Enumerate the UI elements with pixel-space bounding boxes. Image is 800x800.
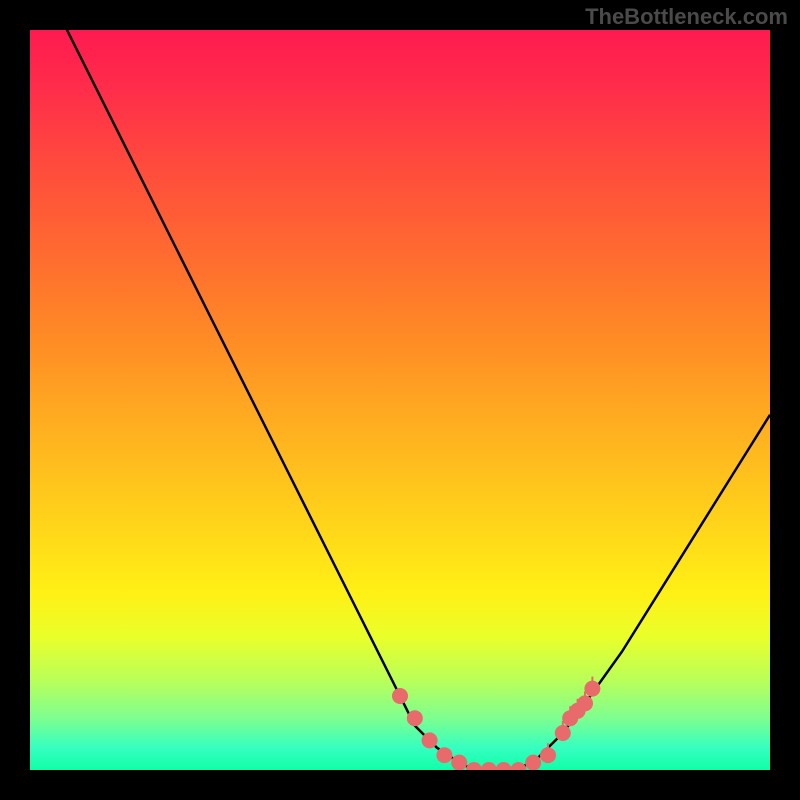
chart-plot-area xyxy=(30,30,770,770)
marker-dot xyxy=(496,762,512,770)
marker-dot xyxy=(466,762,482,770)
marker-dot xyxy=(510,762,526,770)
marker-dot xyxy=(436,747,452,763)
marker-dot xyxy=(481,762,497,770)
chart-svg xyxy=(30,30,770,770)
curve-line xyxy=(67,30,770,770)
curve-markers xyxy=(392,677,600,770)
watermark-text: TheBottleneck.com xyxy=(585,4,788,30)
marker-dot xyxy=(422,732,438,748)
marker-dot xyxy=(525,755,541,770)
marker-dot xyxy=(392,688,408,704)
marker-dot xyxy=(451,755,467,770)
marker-dot xyxy=(407,710,423,726)
